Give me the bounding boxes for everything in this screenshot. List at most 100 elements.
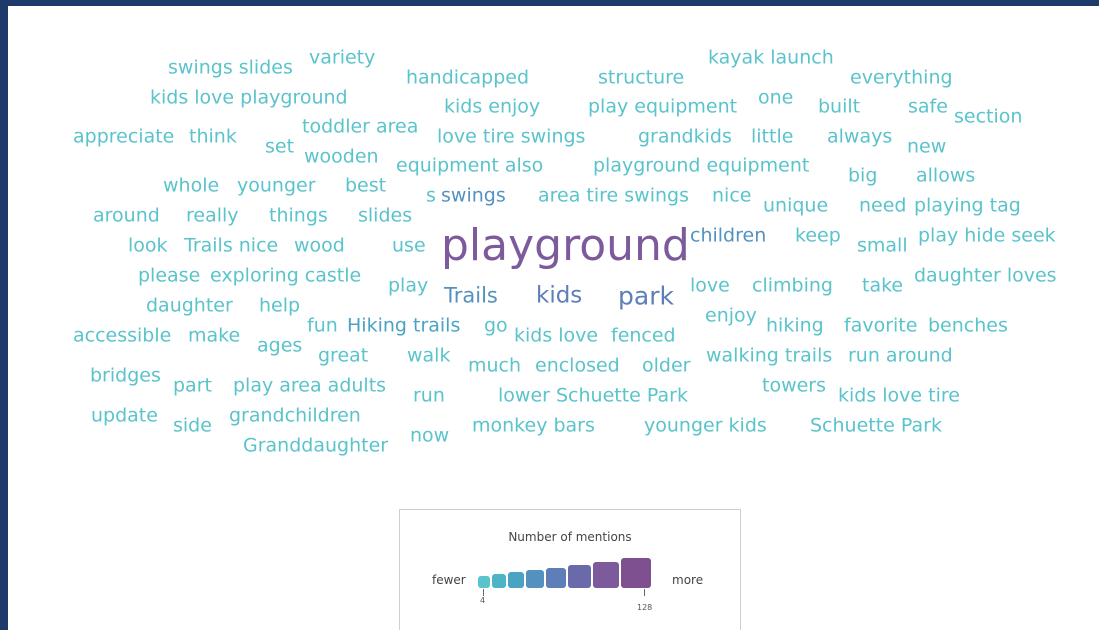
word-things: things	[269, 204, 328, 227]
word-swings: swings	[441, 184, 506, 207]
legend-swatch-5	[546, 568, 566, 588]
word-playing-tag: playing tag	[914, 194, 1021, 217]
word-one: one	[758, 86, 794, 109]
word-play: play	[388, 274, 429, 297]
word-wooden: wooden	[304, 145, 379, 168]
legend-swatch-3	[508, 572, 524, 588]
word-trails-nice: Trails nice	[184, 234, 279, 257]
word-think: think	[189, 125, 237, 148]
word-play-area-adults: play area adults	[233, 374, 387, 397]
word-allows: allows	[916, 164, 976, 187]
word-swings-slides: swings slides	[168, 56, 293, 79]
word-take: take	[862, 274, 904, 297]
legend-swatch-4	[526, 570, 544, 588]
word-now: now	[410, 424, 450, 447]
word-variety: variety	[309, 46, 376, 69]
word-need: need	[859, 194, 907, 217]
legend-more-label: more	[672, 573, 704, 587]
mentions-legend: Number of mentions fewer more 4 128	[399, 509, 741, 630]
word-small: small	[857, 234, 908, 257]
word-grandchildren: grandchildren	[229, 404, 361, 427]
word-look: look	[128, 234, 168, 257]
word-update: update	[91, 404, 158, 427]
word-kids-enjoy: kids enjoy	[444, 95, 541, 118]
legend-max-tick	[644, 589, 645, 596]
word-new: new	[907, 135, 947, 158]
word-exploring-castle: exploring castle	[210, 264, 362, 287]
word-nice: nice	[712, 184, 752, 207]
word-kayak-launch: kayak launch	[708, 46, 834, 69]
word-park: park	[618, 281, 674, 311]
word-cloud: playground park kids Trails swings children Hi…	[8, 6, 1099, 476]
word-run: run	[413, 384, 445, 407]
legend-swatch-7	[593, 562, 619, 588]
word-around: around	[93, 204, 160, 227]
word-make: make	[188, 324, 241, 347]
word-benches: benches	[928, 314, 1008, 337]
word-built: built	[818, 95, 861, 118]
word-playground: playground	[441, 220, 690, 271]
word-go: go	[484, 314, 508, 337]
word-granddaughter: Granddaughter	[243, 434, 389, 457]
word-big: big	[848, 164, 878, 187]
word-schuette-park: Schuette Park	[810, 414, 942, 437]
word-older: older	[642, 354, 691, 377]
legend-swatch-6	[568, 565, 591, 588]
word-walking-trails: walking trails	[706, 344, 833, 367]
word-kids-love-tire: kids love tire	[838, 384, 960, 407]
word-kids-love: kids love	[514, 324, 599, 347]
word-structure: structure	[598, 66, 685, 89]
legend-min-tick	[483, 589, 484, 596]
word-little: little	[751, 125, 794, 148]
word-really: really	[186, 204, 239, 227]
word-monkey-bars: monkey bars	[472, 414, 595, 437]
word-walk: walk	[407, 344, 451, 367]
word-use: use	[392, 234, 426, 257]
word-kids: kids	[536, 282, 583, 309]
word-much: much	[468, 354, 522, 377]
word-daughter-loves: daughter loves	[914, 264, 1057, 287]
word-playground-equipment: playground equipment	[593, 154, 810, 177]
word-love: love	[690, 274, 730, 297]
legend-swatch-8	[621, 558, 651, 588]
word-children: children	[690, 224, 767, 247]
word-enjoy: enjoy	[705, 304, 757, 327]
word-section: section	[954, 105, 1023, 128]
word-daughter: daughter	[146, 294, 233, 317]
word-appreciate: appreciate	[73, 125, 175, 148]
word-always: always	[827, 125, 893, 148]
legend-fewer-label: fewer	[432, 573, 466, 587]
word-run-around: run around	[848, 344, 953, 367]
word-grandkids: grandkids	[638, 125, 732, 148]
legend-title: Number of mentions	[508, 530, 632, 544]
word-younger-kids: younger kids	[644, 414, 767, 437]
word-area-tire-swings: area tire swings	[538, 184, 689, 207]
word-equipment-also: equipment also	[396, 154, 544, 177]
legend-swatch-2	[492, 574, 506, 588]
word-handicapped: handicapped	[406, 66, 530, 89]
word-set: set	[265, 135, 295, 158]
word-part: part	[173, 374, 212, 397]
word-s: s	[426, 184, 436, 207]
word-best: best	[345, 174, 387, 197]
word-safe: safe	[908, 95, 948, 118]
word-play-equipment: play equipment	[588, 95, 738, 118]
word-please: please	[138, 264, 201, 287]
word-hiking: hiking	[766, 314, 824, 337]
word-fun: fun	[307, 314, 338, 337]
word-enclosed: enclosed	[535, 354, 620, 377]
word-slides: slides	[358, 204, 413, 227]
word-favorite: favorite	[844, 314, 918, 337]
word-side: side	[173, 414, 212, 437]
word-bridges: bridges	[90, 364, 161, 387]
legend-min-value: 4	[480, 596, 486, 605]
word-hiking-trails: Hiking trails	[347, 314, 461, 337]
word-wood: wood	[294, 234, 345, 257]
word-love-tire-swings: love tire swings	[437, 125, 586, 148]
word-trails: Trails	[444, 283, 498, 308]
legend-swatch-1	[478, 576, 490, 588]
word-towers: towers	[762, 374, 827, 397]
word-kids-love-playground: kids love playground	[150, 86, 348, 109]
word-help: help	[259, 294, 301, 317]
word-keep: keep	[795, 224, 841, 247]
